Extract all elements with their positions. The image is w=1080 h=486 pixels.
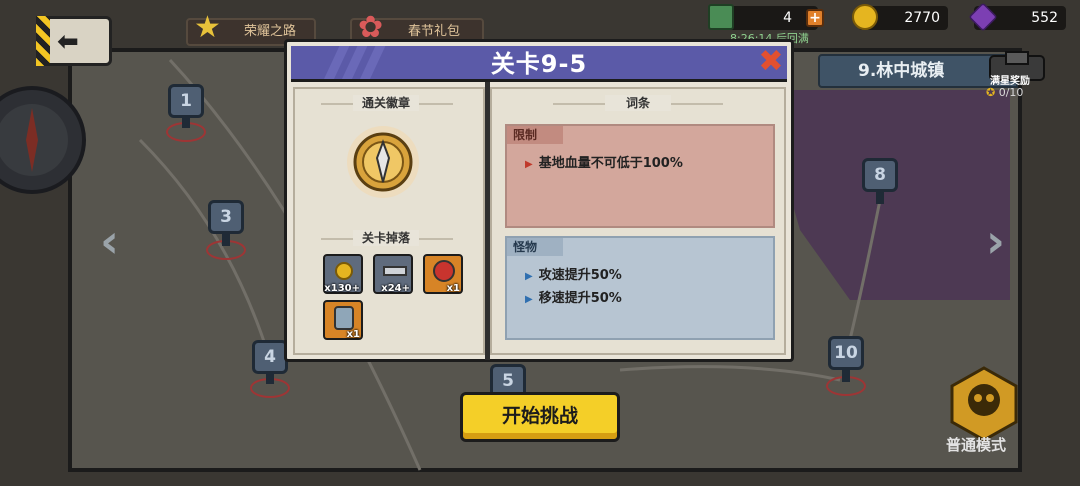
back-arrow-icon: ⬅ xyxy=(57,27,79,57)
dialog-title: 关卡9-5 xyxy=(490,50,588,78)
stage-info-dialog: 关卡9-5 ✖ 通关徽章 关卡掉落 x130+ x24+ x1 x1 词条 限制… xyxy=(284,39,794,362)
gold-value: 2770 xyxy=(904,10,940,26)
clear-badge-medal-icon xyxy=(347,126,419,198)
limit-item: ▶ 基地血量不可低于100% xyxy=(525,152,683,171)
limit-section: 限制 ▶ 基地血量不可低于100% xyxy=(505,124,775,228)
bullet-triangle-icon: ▶ xyxy=(525,271,533,282)
prev-page-arrow-icon[interactable]: ‹ xyxy=(100,216,119,266)
drop-item-anvil[interactable]: x24+ xyxy=(373,254,413,294)
drop-count: x130+ xyxy=(324,283,360,294)
close-icon: ✖ xyxy=(758,44,784,79)
stage-pin-3[interactable]: 3 xyxy=(208,200,244,234)
monster-item: ▶ 攻速提升50% xyxy=(525,264,622,283)
bullet-triangle-icon: ▶ xyxy=(525,159,533,170)
limit-item-text: 基地血量不可低于100% xyxy=(538,156,683,171)
start-challenge-label: 开始挑战 xyxy=(501,405,578,427)
hazard-stripe xyxy=(36,16,50,66)
energy-value: 4 xyxy=(783,10,792,26)
monster-item-text: 攻速提升50% xyxy=(538,268,622,283)
chapter-name: 9.林中城镇 xyxy=(858,61,945,81)
dialog-title-bar: 关卡9-5 xyxy=(291,46,787,82)
energy-icon xyxy=(708,4,734,30)
drop-item-hero-mask[interactable]: x1 xyxy=(423,254,463,294)
drop-count: x1 xyxy=(446,283,460,294)
monster-item-text: 移速提升50% xyxy=(538,291,622,306)
clear-badge-tag: 通关徽章 xyxy=(353,95,419,111)
drop-count: x1 xyxy=(346,329,360,340)
gem-value: 552 xyxy=(1031,10,1058,26)
pin-stem xyxy=(222,232,230,246)
energy-counter: 4 xyxy=(728,6,818,30)
start-challenge-button[interactable]: 开始挑战 xyxy=(460,392,620,442)
gold-coin-icon xyxy=(335,262,353,280)
monster-label: 怪物 xyxy=(507,238,563,256)
pin-stem xyxy=(876,190,884,204)
drop-item-hero-robot[interactable]: x1 xyxy=(323,300,363,340)
add-energy-button[interactable]: + xyxy=(806,9,824,27)
drop-count: x24+ xyxy=(381,283,410,294)
full-star-reward-button[interactable]: 满星奖励 xyxy=(986,48,1048,88)
next-page-arrow-icon[interactable]: › xyxy=(986,216,1005,266)
limit-label: 限制 xyxy=(507,126,563,144)
close-button[interactable]: ✖ xyxy=(755,47,787,77)
terms-tag: 词条 xyxy=(605,95,671,111)
pin-stem xyxy=(842,368,850,382)
star-medal-icon: ★ xyxy=(194,10,221,45)
monster-item: ▶ 移速提升50% xyxy=(525,287,622,306)
monster-section: 怪物 ▶ 攻速提升50% ▶ 移速提升50% xyxy=(505,236,775,340)
anvil-icon xyxy=(383,266,407,276)
robot-hero-icon xyxy=(334,306,354,330)
stage-pin-8[interactable]: 8 xyxy=(862,158,898,192)
event-glory-road-label: 荣耀之路 xyxy=(244,24,297,39)
mode-label: 普通模式 xyxy=(946,436,1007,454)
skull-badge-icon xyxy=(950,366,1018,442)
stage-pin-1[interactable]: 1 xyxy=(168,84,204,118)
gold-coin-icon xyxy=(852,4,878,30)
star-progress-value: 0/10 xyxy=(998,86,1024,99)
event-spring-gift-label: 春节礼包 xyxy=(408,24,461,39)
star-progress: ✪ 0/10 xyxy=(986,86,1023,99)
full-star-reward-label: 满星奖励 xyxy=(990,76,1030,87)
star-icon: ✪ xyxy=(986,86,996,99)
drop-item-gold[interactable]: x130+ xyxy=(323,254,363,294)
stage-drops-tag: 关卡掉落 xyxy=(353,230,419,246)
stage-pin-4[interactable]: 4 xyxy=(252,340,288,374)
bullet-triangle-icon: ▶ xyxy=(525,294,533,305)
mask-hero-icon xyxy=(433,260,455,282)
stage-pin-10[interactable]: 10 xyxy=(828,336,864,370)
